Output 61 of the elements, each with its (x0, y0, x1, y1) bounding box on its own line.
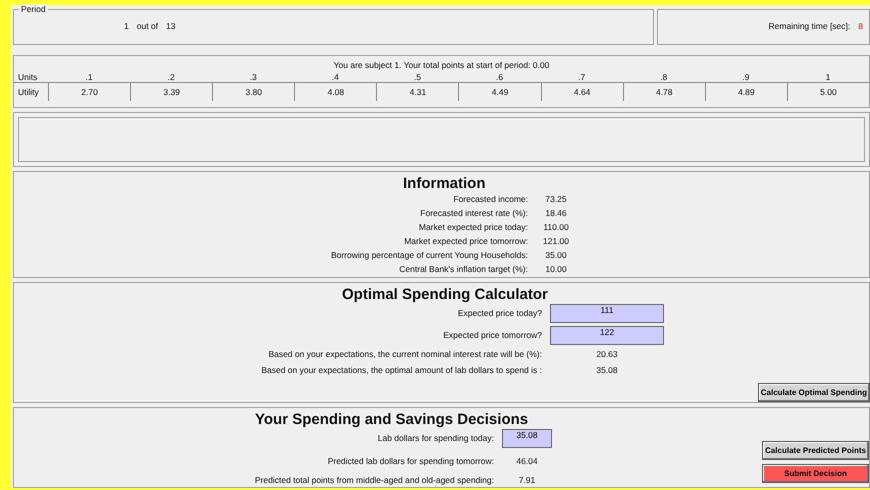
input-field[interactable]: 111 (550, 304, 664, 323)
section-title: Optimal Spending Calculator (342, 286, 549, 304)
column-header: .6 (458, 72, 541, 83)
field-label: Predicted total points from middle-aged and old-aged spending: (254, 474, 494, 486)
table-cell: 4.89 (704, 82, 787, 101)
column-header: .1 (48, 72, 130, 83)
calculate-button[interactable]: Calculate Predicted Points (762, 440, 869, 460)
value-text: 35.00 (544, 249, 568, 262)
column-header: Units (14, 72, 48, 83)
column-header: .9 (704, 72, 787, 83)
field-label: Expected price tomorrow? (442, 328, 542, 342)
value-text: 7.91 (518, 474, 536, 486)
table-cell: 3.39 (130, 82, 212, 101)
value-text: 35.08 (595, 364, 619, 377)
value-text: 10.00 (544, 263, 568, 276)
section-title: Information (403, 175, 486, 194)
field-label: Based on your expectations, the current nominal interest rate will be (%): (267, 348, 542, 361)
table-cell: 4.64 (540, 82, 623, 101)
timer-value: 8 (858, 20, 863, 34)
field-label: Market expected price tomorrow: (403, 235, 528, 248)
column-header: .8 (622, 72, 705, 83)
column-header: .5 (376, 72, 458, 83)
submit-button[interactable]: Submit Decision (762, 464, 869, 483)
column-header: .3 (212, 72, 294, 83)
field-label: Expected price today? (456, 306, 542, 320)
panel-legend: Period (19, 4, 48, 14)
calculate-button[interactable]: Calculate Optimal Spending (758, 382, 870, 402)
table-cell: 3.80 (212, 82, 294, 101)
input-field[interactable]: 122 (550, 326, 664, 345)
value-text: 46.04 (515, 454, 539, 467)
table-cell: 5.00 (786, 82, 869, 101)
column-header: .2 (130, 72, 212, 83)
table-cell: 2.70 (48, 82, 130, 101)
field-label: Lab dollars for spending today: (376, 432, 494, 444)
table-cell: 4.78 (622, 82, 705, 101)
value-text: 121.00 (542, 235, 570, 248)
timer-label: Remaining time [sec]: (768, 20, 850, 34)
subject-info: You are subject 1. Your total points at start of period: 0.00 (332, 58, 550, 72)
field-label: Predicted lab dollars for spending tomorrow: (326, 454, 494, 467)
value-text: 110.00 (542, 221, 570, 234)
field-label: Borrowing percentage of current Young Households: (330, 249, 528, 262)
period-total: 13 (166, 20, 176, 34)
field-label: Forecasted interest rate (%): (419, 207, 528, 220)
column-header: 1 (786, 72, 869, 83)
value-text: 20.63 (595, 348, 619, 361)
period-label: out of (136, 20, 158, 34)
period-number: 1 (124, 20, 129, 34)
input-field[interactable]: 35.08 (502, 428, 552, 448)
section-title: Your Spending and Savings Decisions (255, 410, 530, 429)
table-cell: 4.31 (376, 82, 458, 101)
column-header: .7 (540, 72, 623, 83)
field-label: Market expected price today: (418, 221, 528, 234)
value-text: 73.25 (544, 193, 568, 206)
field-label: Central Bank's inflation target (%): (398, 263, 528, 276)
field-label: Forecasted income: (452, 193, 528, 206)
table-cell: 4.49 (458, 82, 541, 101)
column-header: .4 (294, 72, 376, 83)
row-header: Utility (17, 86, 40, 99)
field-label: Based on your expectations, the optimal amount of lab dollars to spend is : (260, 364, 542, 377)
value-text: 18.46 (544, 207, 568, 220)
table-cell: 4.08 (294, 82, 376, 101)
